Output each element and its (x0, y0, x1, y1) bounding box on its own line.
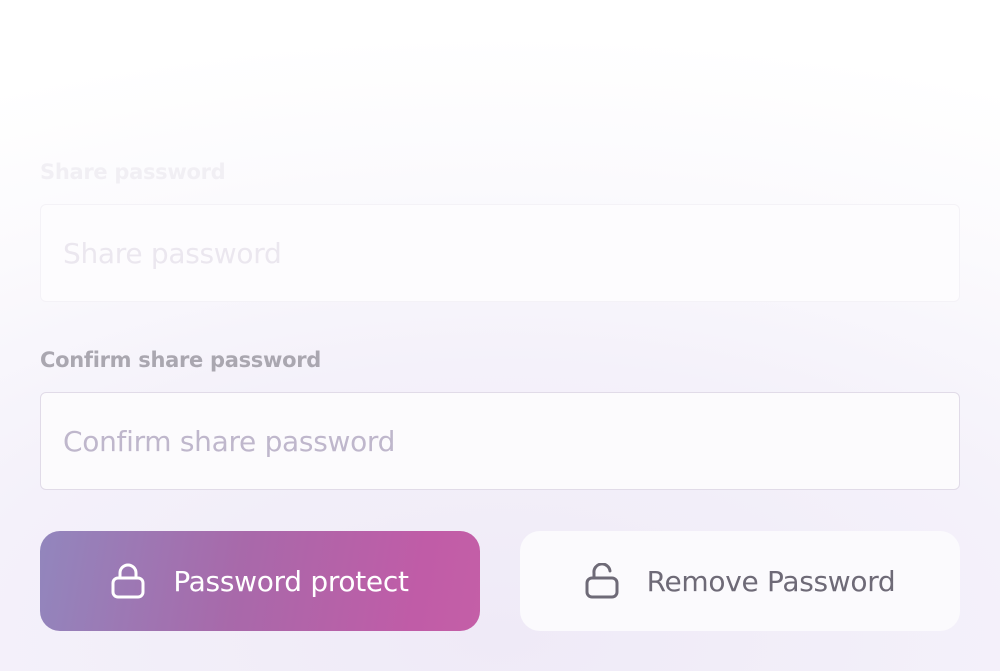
share-password-label: Share password (40, 160, 226, 184)
lock-icon (111, 563, 145, 599)
unlock-icon (585, 563, 619, 599)
confirm-share-password-label: Confirm share password (40, 348, 322, 372)
password-protect-label: Password protect (173, 564, 409, 598)
remove-password-button[interactable]: Remove Password (520, 531, 960, 631)
password-protect-button[interactable]: Password protect (40, 531, 480, 631)
share-password-input[interactable] (40, 204, 960, 302)
remove-password-label: Remove Password (646, 564, 896, 598)
confirm-share-password-input[interactable] (40, 392, 960, 490)
